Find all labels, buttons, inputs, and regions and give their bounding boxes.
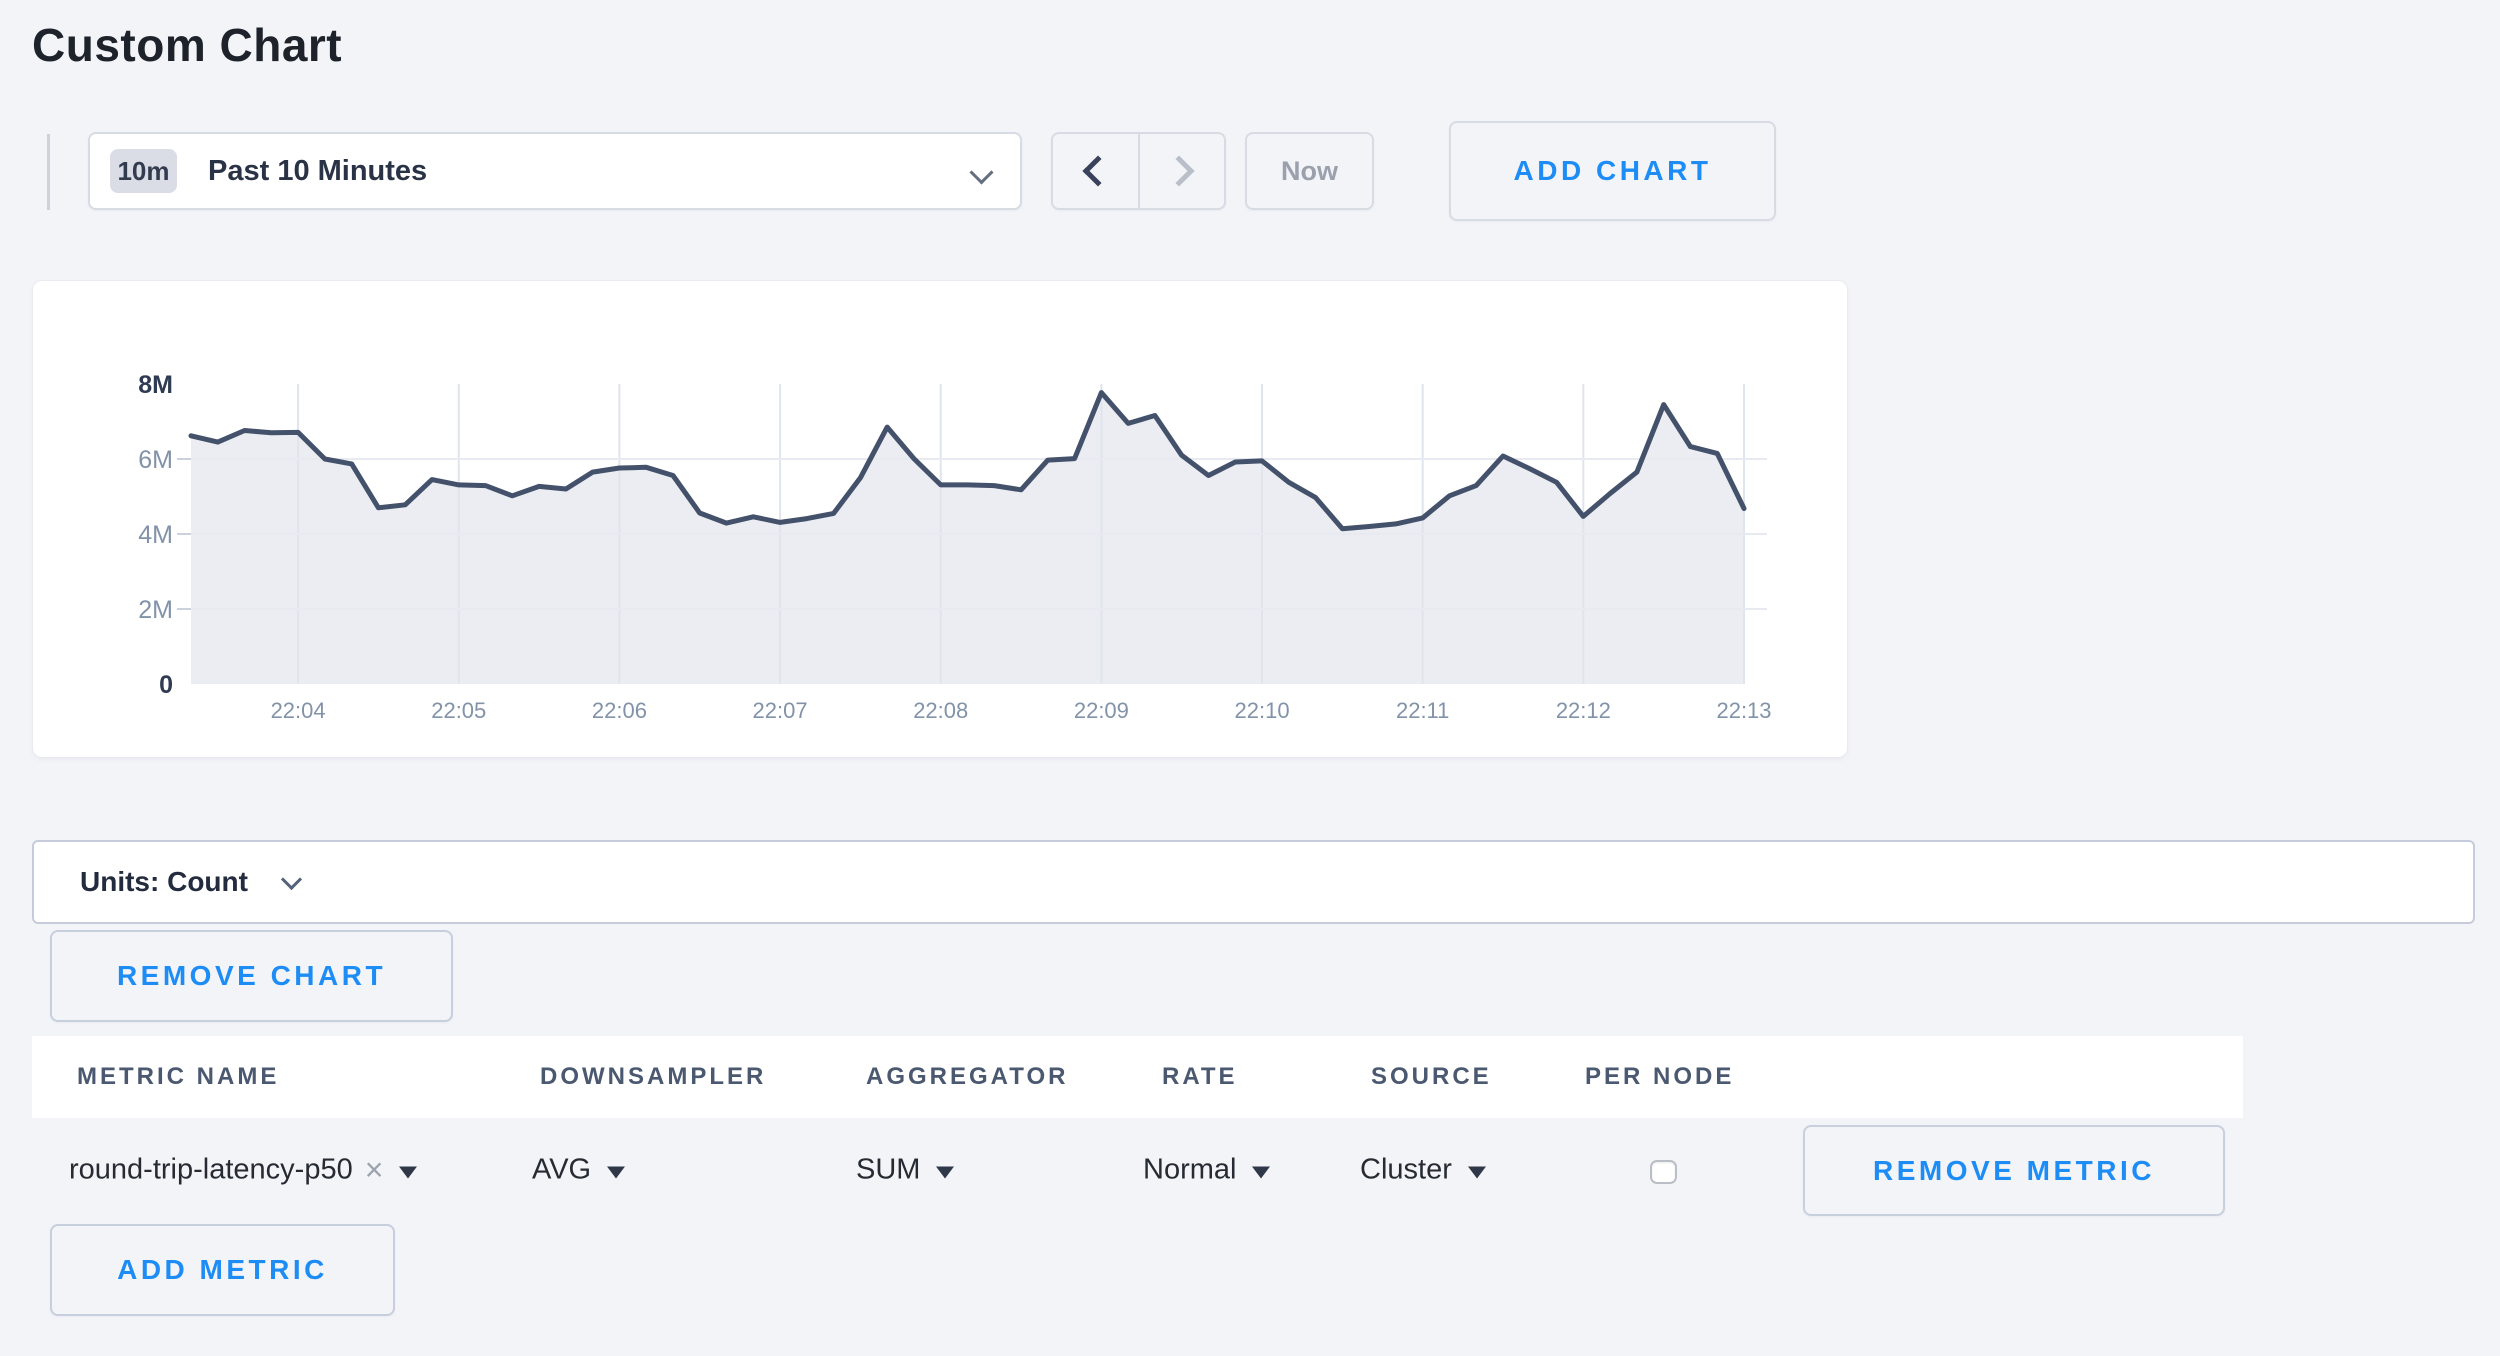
chart-card: 22:04 22:05 22:06 22:07 22:08 22:09 22:10 22:11… <box>32 280 1848 758</box>
svg-text:22:11: 22:11 <box>1396 698 1449 723</box>
units-dropdown[interactable]: Units: Count <box>32 840 2475 924</box>
svg-text:6M: 6M <box>138 446 173 474</box>
caret-down-icon <box>607 1166 625 1178</box>
svg-text:22:09: 22:09 <box>1074 698 1129 723</box>
source-value: Cluster <box>1360 1154 1452 1187</box>
page-title: Custom Chart <box>32 18 342 72</box>
caret-down-icon <box>399 1166 417 1178</box>
svg-text:22:12: 22:12 <box>1556 698 1611 723</box>
chevron-left-icon <box>1083 155 1114 186</box>
svg-text:22:08: 22:08 <box>913 698 968 723</box>
timeseries-chart[interactable]: 22:04 22:05 22:06 22:07 22:08 22:09 22:10 22:11… <box>33 281 1847 757</box>
column-header-aggregator: AGGREGATOR <box>866 1063 1068 1091</box>
downsampler-select[interactable]: AVG <box>532 1154 625 1187</box>
chevron-right-icon <box>1163 155 1194 186</box>
rate-select[interactable]: Normal <box>1143 1154 1270 1187</box>
time-nav-group <box>1051 132 1226 210</box>
custom-chart-page: Custom Chart 10m Past 10 Minutes Now ADD… <box>0 0 2500 1356</box>
remove-chart-button[interactable]: REMOVE CHART <box>50 930 453 1022</box>
time-forward-button[interactable] <box>1138 134 1225 208</box>
svg-text:22:13: 22:13 <box>1716 698 1771 723</box>
column-header-source: SOURCE <box>1371 1063 1492 1091</box>
time-range-badge: 10m <box>110 149 177 193</box>
metric-name-value: round-trip-latency-p50 <box>69 1154 353 1187</box>
column-header-downsampler: DOWNSAMPLER <box>540 1063 766 1091</box>
clear-metric-icon[interactable]: × <box>365 1153 384 1185</box>
column-header-metric-name: METRIC NAME <box>77 1063 279 1091</box>
time-range-label: Past 10 Minutes <box>208 155 427 188</box>
caret-down-icon <box>1468 1166 1486 1178</box>
time-range-dropdown[interactable]: 10m Past 10 Minutes <box>88 132 1022 210</box>
caret-down-icon <box>936 1166 954 1178</box>
svg-text:0: 0 <box>159 671 173 699</box>
downsampler-value: AVG <box>532 1154 591 1187</box>
svg-text:22:06: 22:06 <box>592 698 647 723</box>
column-header-per-node: PER NODE <box>1585 1063 1734 1091</box>
rate-value: Normal <box>1143 1154 1236 1187</box>
per-node-checkbox[interactable] <box>1650 1160 1677 1184</box>
chevron-down-icon <box>281 868 302 889</box>
svg-text:22:10: 22:10 <box>1235 698 1290 723</box>
svg-text:22:05: 22:05 <box>431 698 486 723</box>
svg-text:2M: 2M <box>138 596 173 624</box>
svg-text:4M: 4M <box>138 521 173 549</box>
add-chart-button[interactable]: ADD CHART <box>1449 121 1776 221</box>
aggregator-value: SUM <box>856 1154 920 1187</box>
column-header-rate: RATE <box>1162 1063 1238 1091</box>
now-button[interactable]: Now <box>1245 132 1374 210</box>
aggregator-select[interactable]: SUM <box>856 1154 954 1187</box>
svg-text:22:04: 22:04 <box>271 698 326 723</box>
caret-down-icon <box>1252 1166 1270 1178</box>
chevron-down-icon <box>969 160 993 184</box>
svg-text:8M: 8M <box>138 371 173 399</box>
toolbar-divider <box>47 134 50 210</box>
metric-name-select[interactable]: round-trip-latency-p50 × <box>69 1154 417 1187</box>
metrics-table-header <box>32 1036 2243 1118</box>
source-select[interactable]: Cluster <box>1360 1154 1486 1187</box>
time-back-button[interactable] <box>1053 134 1138 208</box>
svg-text:22:07: 22:07 <box>753 698 808 723</box>
add-metric-button[interactable]: ADD METRIC <box>50 1224 395 1316</box>
remove-metric-button[interactable]: REMOVE METRIC <box>1803 1125 2225 1216</box>
units-label: Units: Count <box>80 866 248 898</box>
